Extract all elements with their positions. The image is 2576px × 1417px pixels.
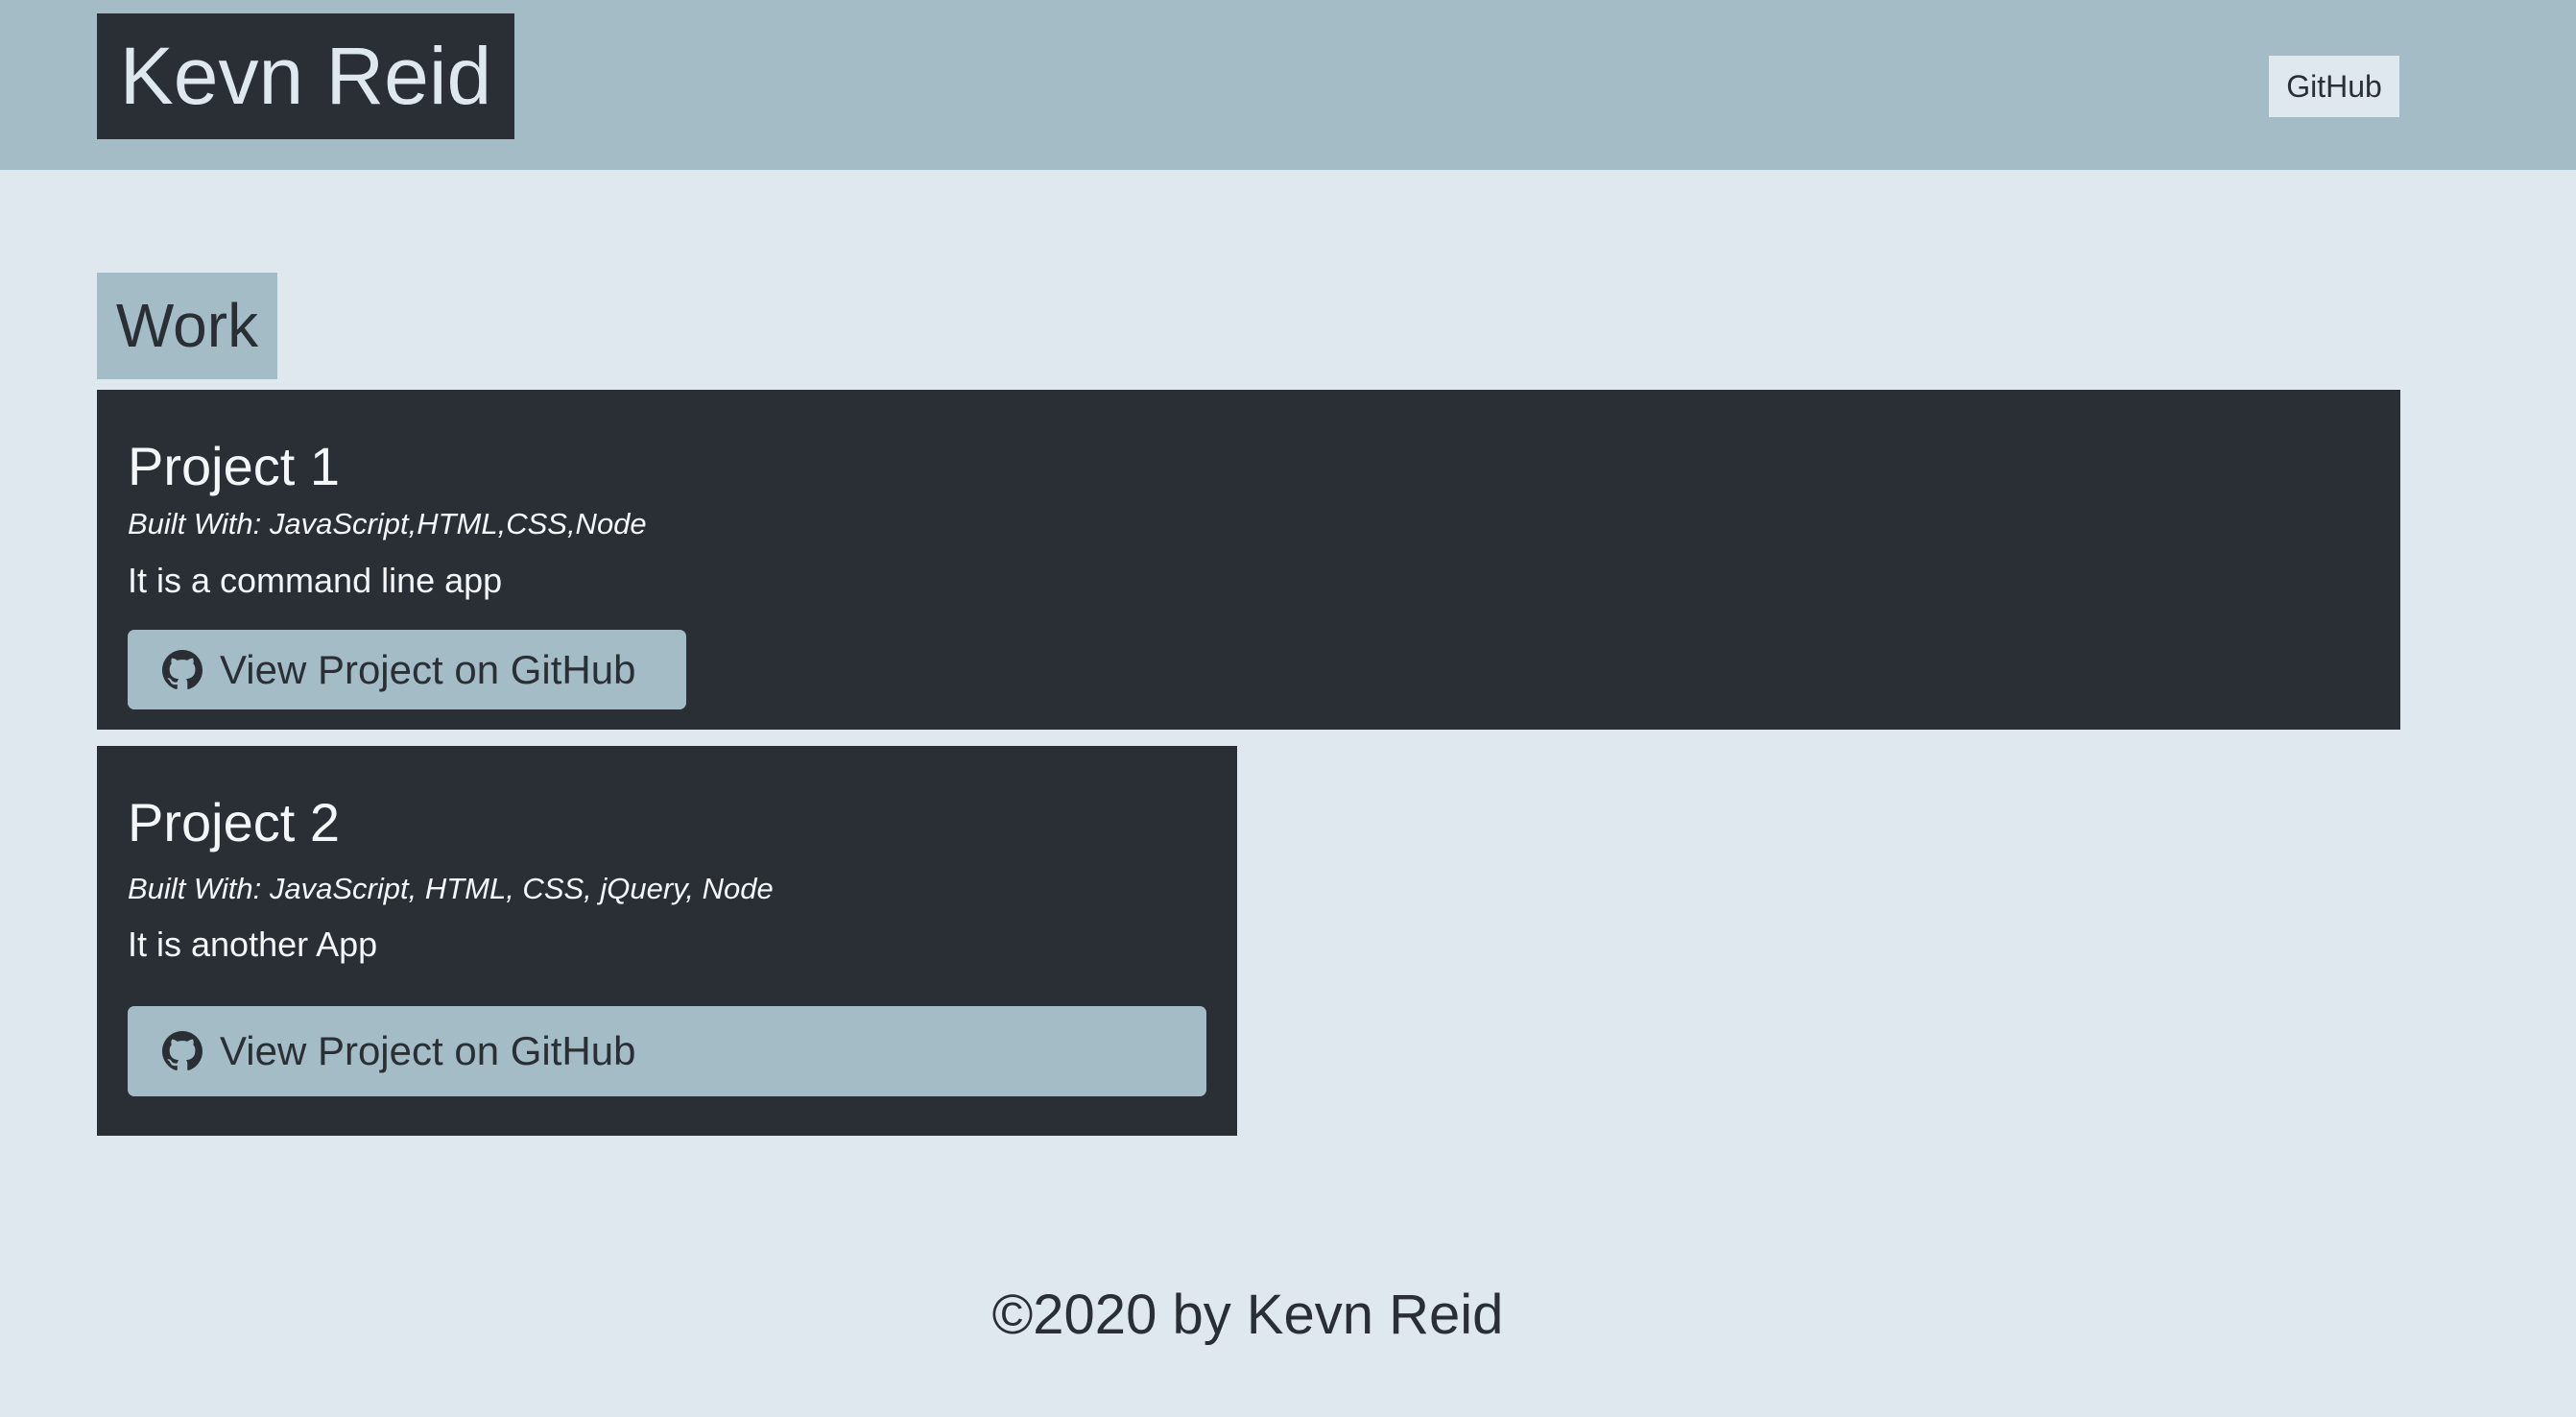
project-title: Project 2: [128, 792, 340, 853]
site-header: Kevn Reid GitHub: [0, 0, 2576, 170]
nav-github-link[interactable]: GitHub: [2269, 56, 2399, 117]
github-icon: [162, 649, 203, 689]
project-built-with: Built With: JavaScript, HTML, CSS, jQuer…: [128, 872, 774, 905]
view-project-github-button[interactable]: View Project on GitHub: [128, 630, 686, 709]
github-icon: [162, 1031, 203, 1070]
project-card-2: Project 2 Built With: JavaScript, HTML, …: [97, 746, 1237, 1136]
project-title: Project 1: [128, 436, 340, 496]
work-section-title: Work: [97, 273, 277, 379]
button-label: View Project on GitHub: [220, 646, 636, 692]
project-built-with: Built With: JavaScript,HTML,CSS,Node: [128, 507, 647, 540]
view-project-github-button[interactable]: View Project on GitHub: [128, 1006, 1206, 1096]
project-description: It is another App: [128, 925, 378, 964]
footer-copyright: ©2020 by Kevn Reid: [991, 1284, 1504, 1346]
brand-title[interactable]: Kevn Reid: [97, 13, 514, 139]
project-description: It is a command line app: [128, 561, 503, 600]
button-label: View Project on GitHub: [220, 1028, 636, 1073]
project-card-1: Project 1 Built With: JavaScript,HTML,CS…: [97, 390, 2400, 730]
